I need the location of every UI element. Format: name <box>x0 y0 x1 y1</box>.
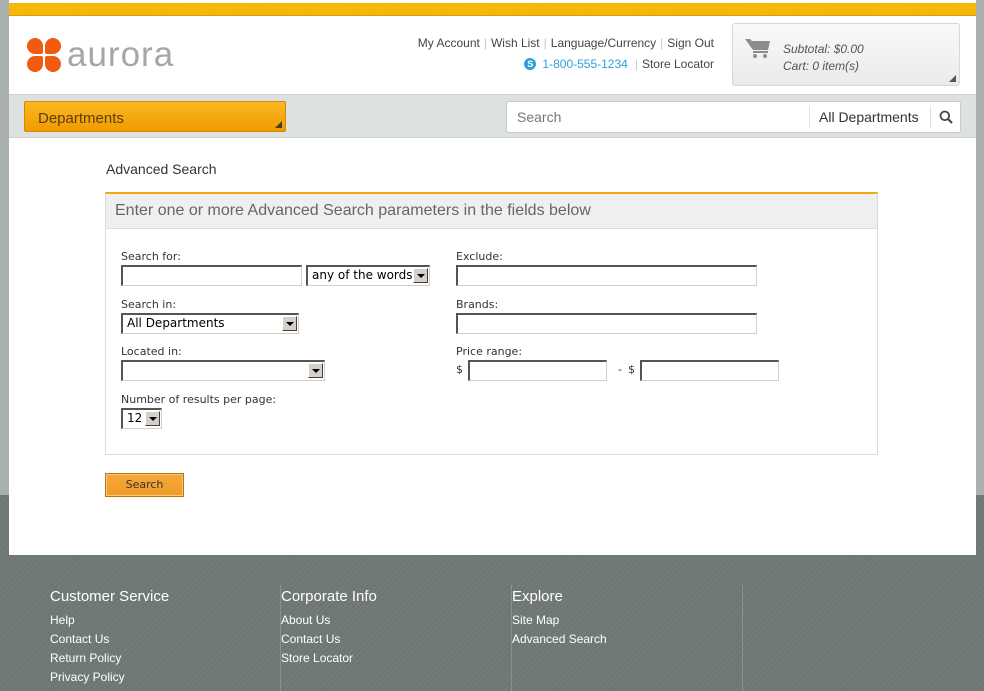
chevron-down-icon <box>282 316 297 331</box>
brands-label: Brands: <box>456 298 499 311</box>
cart-item-count: Cart: 0 item(s) <box>783 59 860 73</box>
dropdown-corner-icon <box>275 121 282 128</box>
footer-column-corporate-info: Corporate Info About Us Contact Us Store… <box>281 585 512 691</box>
divider: | <box>660 36 664 50</box>
search-department-select[interactable]: All Departments <box>819 109 919 125</box>
footer-column-explore: Explore Site Map Advanced Search <box>512 585 743 691</box>
footer-link-help[interactable]: Help <box>50 611 280 630</box>
divider <box>809 106 810 128</box>
chevron-down-icon <box>145 411 160 426</box>
match-type-select[interactable]: any of the words <box>306 265 430 286</box>
sign-out-link[interactable]: Sign Out <box>667 36 714 50</box>
header-accent-strip <box>9 3 976 16</box>
phone-number[interactable]: S 1-800-555-1234 <box>524 57 628 71</box>
page-container: aurora My Account | Wish List | Language… <box>9 0 976 555</box>
footer-link-contact-us[interactable]: Contact Us <box>281 630 511 649</box>
departments-menu-button[interactable]: Departments <box>24 101 286 132</box>
footer-heading: Corporate Info <box>281 588 377 605</box>
advanced-search-panel: Enter one or more Advanced Search parame… <box>105 192 878 455</box>
utility-links: My Account | Wish List | Language/Curren… <box>418 35 714 77</box>
exclude-label: Exclude: <box>456 250 503 263</box>
match-type-value: any of the words <box>312 268 413 282</box>
search-for-label: Search for: <box>121 250 181 263</box>
logo[interactable]: aurora <box>27 35 175 74</box>
mini-cart[interactable]: Subtotal: $0.00 Cart: 0 item(s) <box>732 23 960 86</box>
chevron-down-icon <box>308 363 323 378</box>
departments-label: Departments <box>38 110 124 127</box>
aurora-logo-icon <box>27 38 61 72</box>
advanced-search-submit-button[interactable]: Search <box>105 473 184 497</box>
search-input[interactable] <box>507 102 809 132</box>
search-in-label: Search in: <box>121 298 177 311</box>
store-locator-link[interactable]: Store Locator <box>642 57 714 71</box>
located-in-label: Located in: <box>121 345 182 358</box>
navigation-bar: Departments All Departments <box>9 94 976 138</box>
divider: | <box>634 57 638 71</box>
cart-subtotal: Subtotal: $0.00 <box>783 42 864 56</box>
results-per-page-label: Number of results per page: <box>121 393 277 406</box>
skype-icon: S <box>524 58 537 70</box>
search-in-value: All Departments <box>127 316 225 330</box>
price-min-input[interactable] <box>468 360 607 381</box>
footer-heading: Explore <box>512 588 563 605</box>
footer-link-privacy-policy[interactable]: Privacy Policy <box>50 668 280 687</box>
language-currency-link[interactable]: Language/Currency <box>551 36 656 50</box>
results-per-page-select[interactable]: 12 <box>121 408 162 429</box>
search-for-input[interactable] <box>121 265 302 286</box>
my-account-link[interactable]: My Account <box>418 36 480 50</box>
footer-link-return-policy[interactable]: Return Policy <box>50 649 280 668</box>
search-icon <box>939 110 953 124</box>
footer-link-store-locator[interactable]: Store Locator <box>281 649 511 668</box>
results-per-page-value: 12 <box>127 411 143 425</box>
expand-corner-icon <box>949 75 956 82</box>
footer-link-contact-us[interactable]: Contact Us <box>50 630 280 649</box>
wish-list-link[interactable]: Wish List <box>491 36 540 50</box>
phone-text: 1-800-555-1234 <box>542 57 628 71</box>
price-max-input[interactable] <box>640 360 779 381</box>
search-button[interactable] <box>931 102 961 132</box>
price-range-label: Price range: <box>456 345 523 358</box>
footer-link-about-us[interactable]: About Us <box>281 611 511 630</box>
currency-symbol: $ <box>628 363 635 376</box>
chevron-down-icon <box>413 268 428 283</box>
divider: | <box>483 36 487 50</box>
located-in-select[interactable] <box>121 360 325 381</box>
search-bar: All Departments <box>506 101 961 133</box>
panel-heading: Enter one or more Advanced Search parame… <box>106 194 877 229</box>
search-in-select[interactable]: All Departments <box>121 313 299 334</box>
footer-link-site-map[interactable]: Site Map <box>512 611 742 630</box>
brands-input[interactable] <box>456 313 757 334</box>
footer-heading: Customer Service <box>50 588 170 605</box>
exclude-input[interactable] <box>456 265 757 286</box>
shopping-cart-icon <box>745 39 770 58</box>
page-title: Advanced Search <box>106 161 217 177</box>
currency-symbol: $ <box>456 363 463 376</box>
logo-text: aurora <box>67 35 175 74</box>
footer-link-advanced-search[interactable]: Advanced Search <box>512 630 742 649</box>
range-separator: - <box>618 363 622 376</box>
footer-column-customer-service: Customer Service Help Contact Us Return … <box>50 585 281 691</box>
divider: | <box>543 36 547 50</box>
